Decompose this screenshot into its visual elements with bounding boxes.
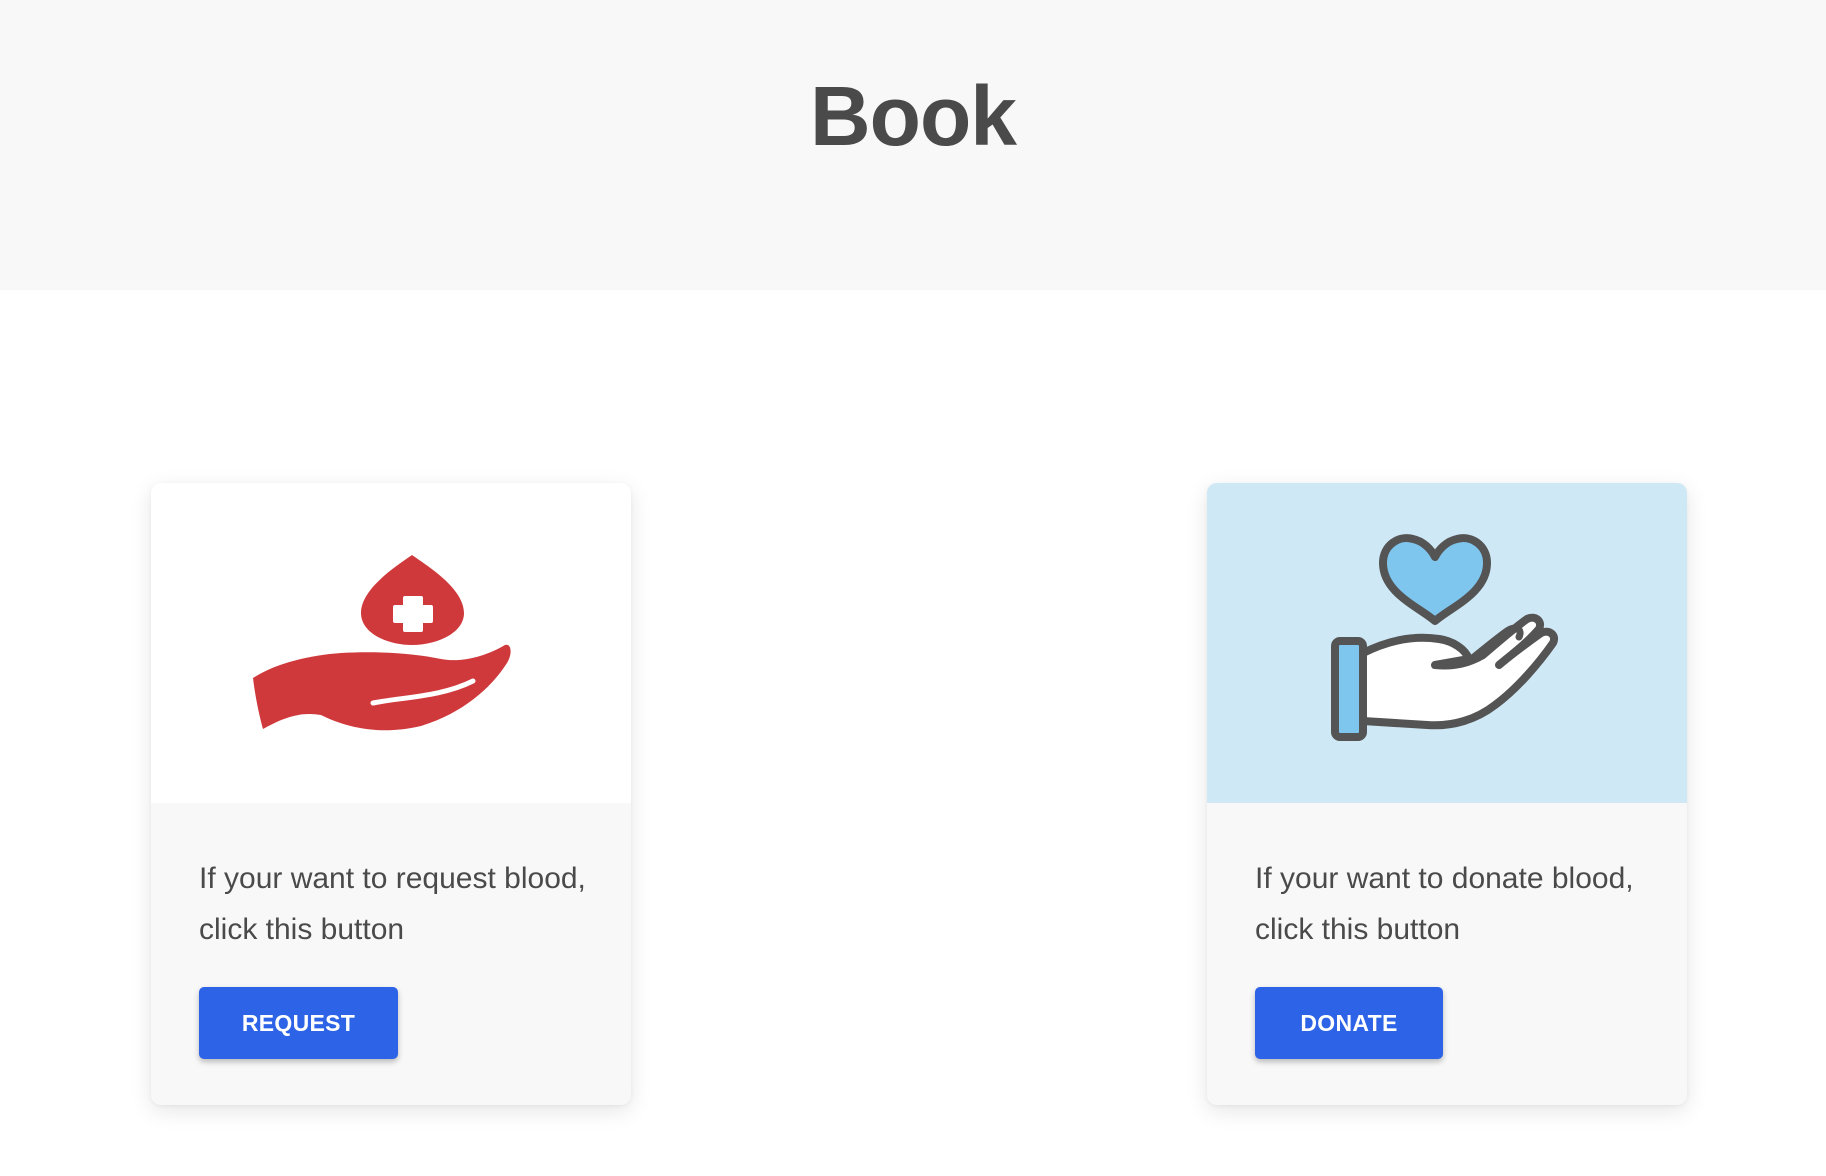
- request-button[interactable]: REQUEST: [199, 987, 398, 1059]
- donate-card: If your want to donate blood, click this…: [1207, 483, 1687, 1105]
- hand-blood-drop-icon: [253, 555, 511, 731]
- request-card: If your want to request blood, click thi…: [151, 483, 631, 1105]
- donate-card-image: [1207, 483, 1687, 803]
- hand-heart-icon: [1331, 534, 1558, 741]
- request-card-text: If your want to request blood, click thi…: [199, 862, 586, 946]
- page-title: Book: [810, 69, 1017, 163]
- request-card-image: [151, 483, 631, 803]
- donate-button[interactable]: DONATE: [1255, 987, 1443, 1059]
- donate-card-text: If your want to donate blood, click this…: [1255, 862, 1634, 946]
- page-header: Book: [0, 0, 1826, 290]
